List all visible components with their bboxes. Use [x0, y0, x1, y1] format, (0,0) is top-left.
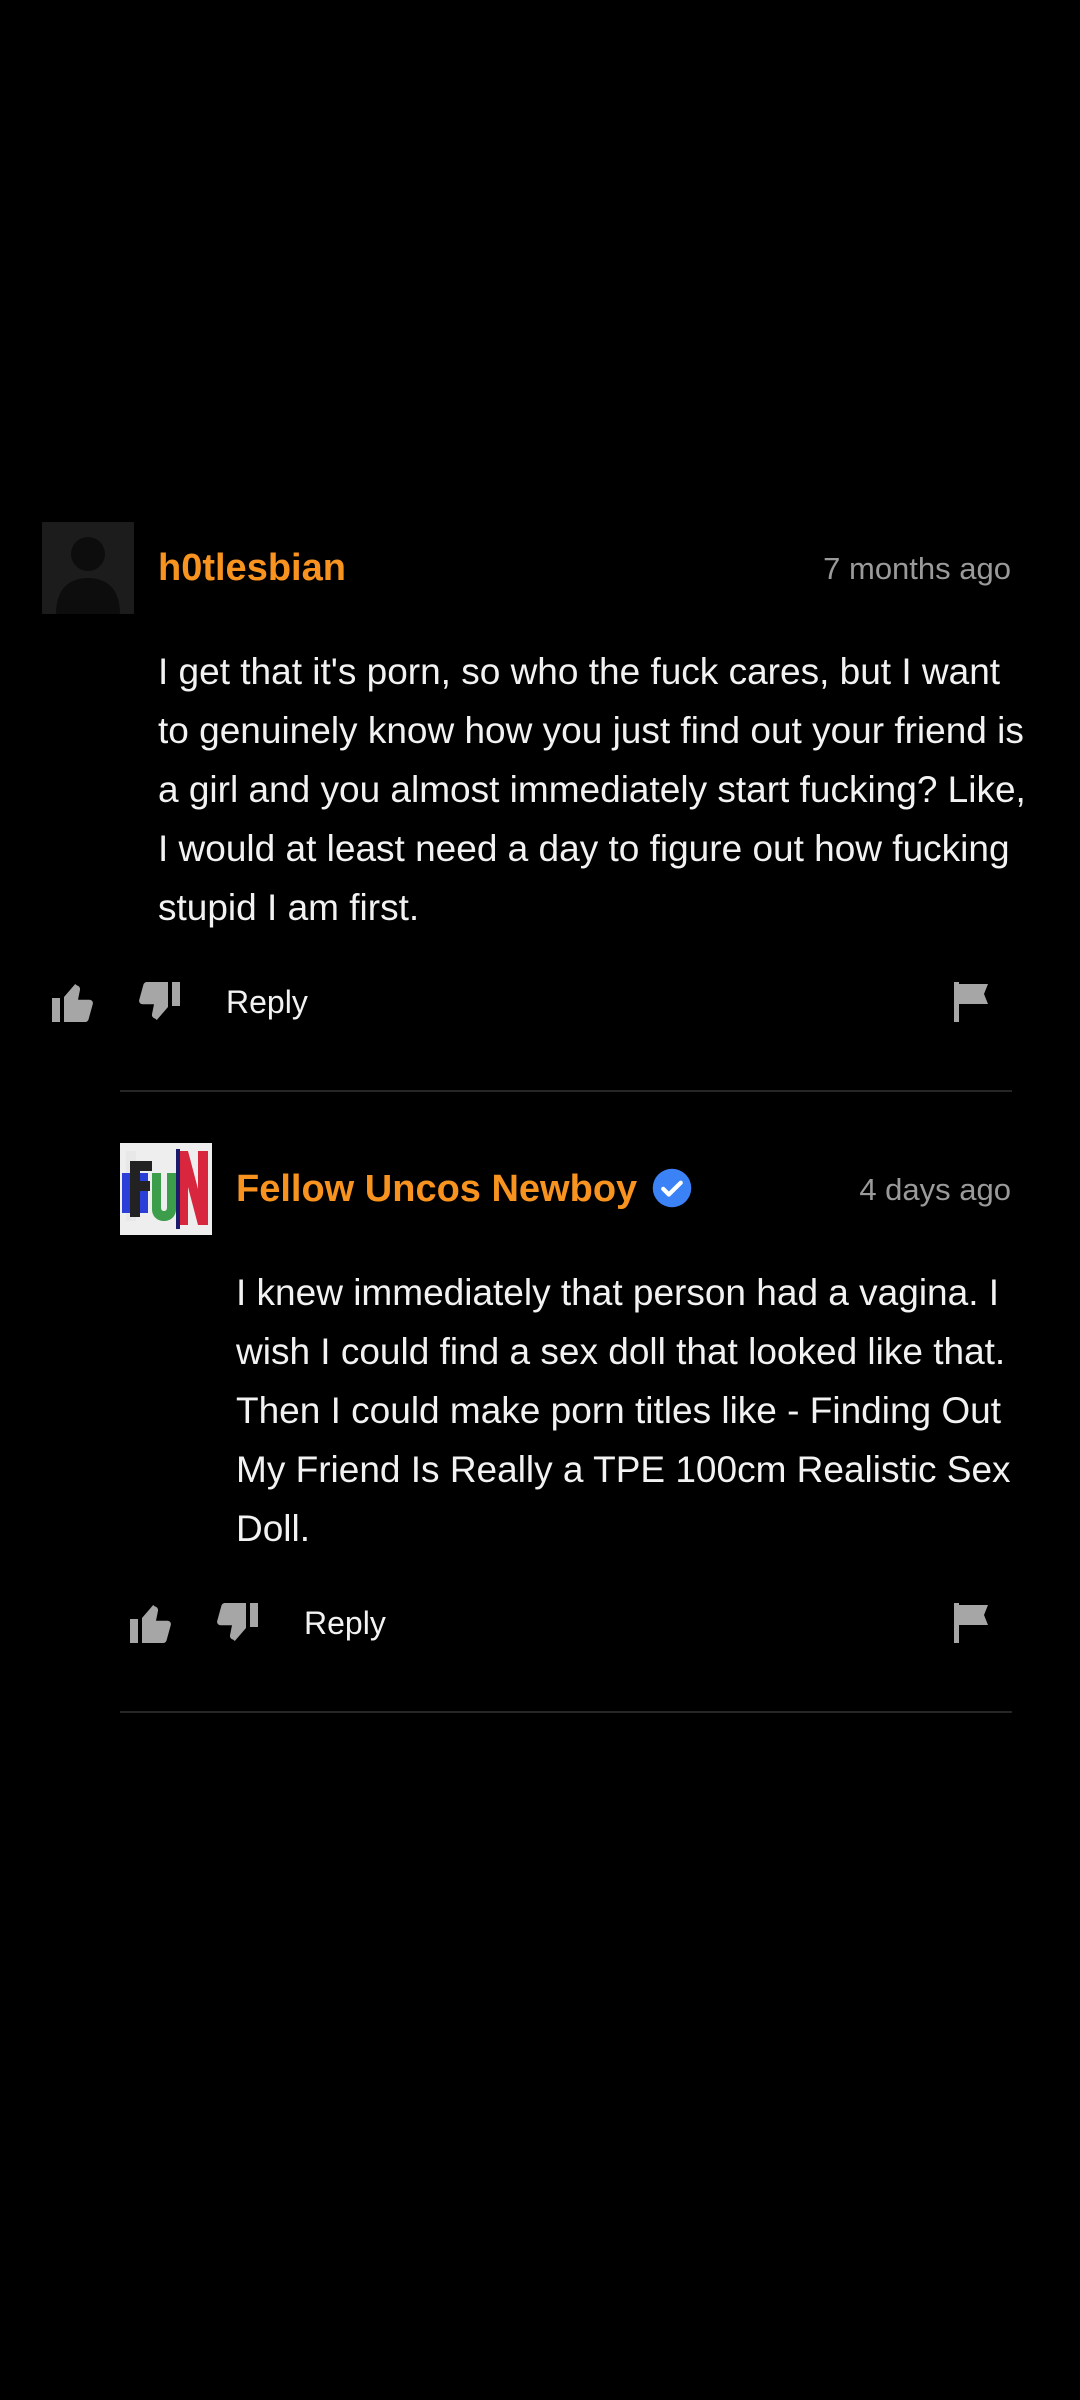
flag-button[interactable]: [952, 1593, 1000, 1653]
reply-button[interactable]: Reply: [226, 972, 308, 1032]
comment-actions: Reply: [128, 1593, 1010, 1663]
comment-actions: Reply: [50, 972, 1010, 1042]
thumbs-down-icon: [217, 1603, 258, 1641]
default-user-icon: [42, 522, 134, 614]
avatar[interactable]: [120, 1143, 212, 1235]
verified-badge-icon: [652, 1168, 692, 1208]
flag-icon: [954, 1603, 988, 1643]
username[interactable]: Fellow Uncos Newboy: [236, 1166, 693, 1212]
dislike-button[interactable]: [134, 972, 192, 1032]
reply-button[interactable]: Reply: [304, 1593, 386, 1653]
avatar[interactable]: [42, 522, 134, 614]
flag-icon: [954, 982, 988, 1022]
dislike-button[interactable]: [212, 1593, 270, 1653]
username[interactable]: h0tlesbian: [158, 545, 346, 591]
comment-text: I knew immediately that person had a vag…: [236, 1272, 1011, 1549]
thumbs-up-icon: [52, 984, 93, 1022]
thumbs-down-icon: [139, 982, 180, 1020]
like-button[interactable]: [128, 1593, 186, 1653]
fun-logo-icon: [120, 1143, 212, 1235]
timestamp: 4 days ago: [859, 1172, 1011, 1207]
divider: [120, 1090, 1012, 1092]
like-button[interactable]: [50, 972, 108, 1032]
username-text[interactable]: Fellow Uncos Newboy: [236, 1168, 637, 1210]
flag-button[interactable]: [952, 972, 1000, 1032]
comment-text: I get that it's porn, so who the fuck ca…: [158, 651, 1026, 928]
timestamp: 7 months ago: [823, 551, 1011, 586]
divider: [120, 1711, 1012, 1713]
thumbs-up-icon: [130, 1605, 171, 1643]
